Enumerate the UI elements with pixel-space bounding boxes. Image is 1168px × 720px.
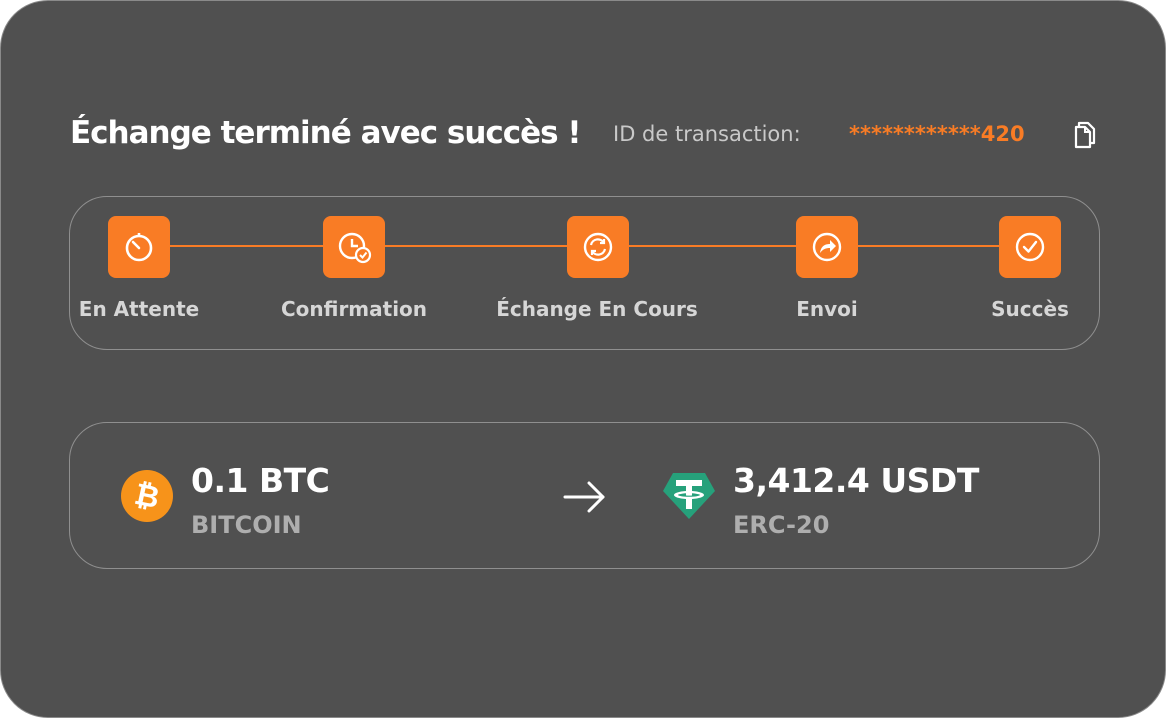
step-label-sending: Envoi: [796, 297, 858, 321]
step-sending: [796, 216, 858, 278]
arrow-right-icon: [563, 477, 607, 517]
step-exchanging: [567, 216, 629, 278]
to-amount: 3,412.4 USDT: [733, 461, 979, 500]
step-pending: [108, 216, 170, 278]
step-label-success: Succès: [991, 297, 1069, 321]
copy-icon[interactable]: [1071, 121, 1097, 153]
tether-icon: [661, 469, 717, 521]
clock-check-icon: [338, 232, 372, 264]
transaction-id-label: ID de transaction:: [613, 122, 801, 146]
step-confirmation: [323, 216, 385, 278]
from-amount: 0.1 BTC: [191, 461, 330, 500]
share-arrow-icon: [812, 232, 842, 262]
transaction-id-value: ************420: [849, 122, 1025, 146]
timer-icon: [125, 233, 153, 262]
step-label-pending: En Attente: [78, 297, 200, 321]
step-label-confirmation: Confirmation: [280, 297, 428, 321]
page-title: Échange terminé avec succès !: [70, 115, 582, 151]
from-network: BITCOIN: [191, 511, 302, 539]
exchange-card: Échange terminé avec succès ! ID de tran…: [0, 0, 1166, 718]
bitcoin-icon: ₿: [121, 470, 173, 522]
step-label-exchanging: Échange En Cours: [496, 297, 698, 321]
check-circle-icon: [1015, 232, 1045, 262]
step-success: [999, 216, 1061, 278]
to-network: ERC-20: [733, 511, 830, 539]
refresh-icon: [583, 232, 613, 262]
